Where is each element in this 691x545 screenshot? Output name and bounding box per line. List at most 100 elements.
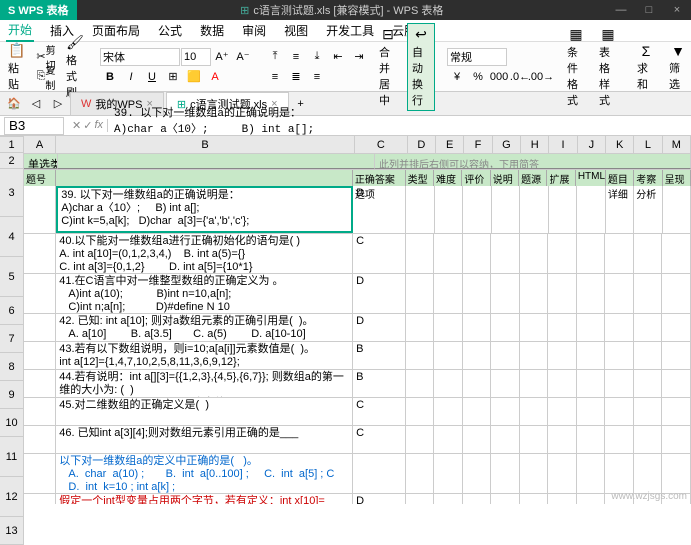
align-bottom-button[interactable]: ⤓ xyxy=(307,48,327,66)
cell[interactable] xyxy=(24,342,56,369)
cell[interactable] xyxy=(24,426,56,453)
cell-answer[interactable]: B xyxy=(353,370,406,397)
cell[interactable] xyxy=(605,370,634,397)
cell[interactable] xyxy=(24,314,56,341)
cell[interactable] xyxy=(520,494,549,504)
col-header[interactable]: D xyxy=(408,136,436,153)
cell[interactable] xyxy=(491,314,520,341)
font-select[interactable] xyxy=(100,48,180,66)
col-header[interactable]: H xyxy=(521,136,549,153)
cell[interactable] xyxy=(548,454,577,493)
row-header[interactable]: 2 xyxy=(0,153,23,169)
cell[interactable] xyxy=(605,426,634,453)
decimal-dec-button[interactable]: .00→ xyxy=(531,68,551,86)
menu-tab-4[interactable]: 数据 xyxy=(198,20,226,41)
cell[interactable] xyxy=(491,274,520,313)
tab-next-button[interactable]: ▷ xyxy=(48,95,68,113)
cell[interactable] xyxy=(463,342,492,369)
cell-question[interactable]: 43.若有以下数组说明，则i=10;a[a[i]]元素数值是( )。 int a… xyxy=(56,342,353,369)
cell[interactable] xyxy=(434,454,463,493)
row-header[interactable]: 13 xyxy=(0,517,23,545)
cell[interactable] xyxy=(662,274,691,313)
grid-body[interactable]: 单选类此列并排后右侧可以容纳，下用简答题号正确答案选项类型难度评价说明题源扩展H… xyxy=(24,154,691,504)
col-header[interactable]: K xyxy=(606,136,634,153)
cell[interactable] xyxy=(434,398,463,425)
indent-right-button[interactable]: ⇥ xyxy=(349,48,369,66)
cancel-icon[interactable]: ✕ xyxy=(72,119,81,132)
cell-question[interactable]: 45.对二维数组的正确定义是( ) A.int a[ ][ ]={1,2,3,4… xyxy=(56,398,353,425)
cell[interactable] xyxy=(577,426,606,453)
font-size-select[interactable] xyxy=(181,48,211,66)
cell[interactable] xyxy=(491,494,520,504)
cell[interactable] xyxy=(634,370,663,397)
fill-color-button[interactable]: 🟨 xyxy=(184,68,204,86)
cell[interactable] xyxy=(406,426,435,453)
cell[interactable] xyxy=(548,370,577,397)
cell[interactable] xyxy=(24,186,56,233)
cell[interactable] xyxy=(662,342,691,369)
cell[interactable] xyxy=(662,314,691,341)
cell[interactable] xyxy=(634,314,663,341)
cell[interactable] xyxy=(492,186,521,233)
cell[interactable] xyxy=(634,426,663,453)
col-header[interactable]: E xyxy=(436,136,464,153)
cell-answer[interactable] xyxy=(353,454,406,493)
cell-question[interactable]: 42. 已知: int a[10]; 则对a数组元素的正确引用是( )。 A. … xyxy=(56,314,353,341)
cell-question[interactable]: 假定一个int型变量占用两个字节，若有定义：int x[10]={0,2,4}；… xyxy=(56,494,353,504)
col-header[interactable]: I xyxy=(549,136,577,153)
align-left-button[interactable]: ≡ xyxy=(265,68,285,86)
bold-button[interactable]: B xyxy=(100,68,120,86)
cell[interactable] xyxy=(520,398,549,425)
cell[interactable] xyxy=(406,398,435,425)
sum-button[interactable]: Σ求和 xyxy=(633,40,659,94)
col-header[interactable]: C xyxy=(355,136,408,153)
cond-format-button[interactable]: ▦条件格式 xyxy=(563,24,589,110)
enter-icon[interactable]: ✓ xyxy=(83,119,92,132)
cell[interactable] xyxy=(605,234,634,273)
cell[interactable] xyxy=(662,398,691,425)
copy-button[interactable]: ⎘复制 xyxy=(36,68,56,86)
currency-button[interactable]: ¥ xyxy=(447,68,467,86)
cell[interactable] xyxy=(406,314,435,341)
col-header[interactable]: A xyxy=(24,136,56,153)
cell-question[interactable]: 40.以下能对一维数组a进行正确初始化的语句是( ) A. int a[10]=… xyxy=(56,234,353,273)
cell[interactable] xyxy=(463,454,492,493)
cell[interactable] xyxy=(577,494,606,504)
cell-question[interactable]: 46. 已知int a[3][4];则对数组元素引用正确的是___ A)a[2]… xyxy=(56,426,353,453)
cell[interactable] xyxy=(605,342,634,369)
col-header[interactable]: B xyxy=(56,136,355,153)
indent-left-button[interactable]: ⇤ xyxy=(328,48,348,66)
border-button[interactable]: ⊞ xyxy=(163,68,183,86)
row-header[interactable]: 6 xyxy=(0,297,23,325)
row-header[interactable]: 12 xyxy=(0,477,23,517)
cell[interactable] xyxy=(634,454,663,493)
minimize-button[interactable]: — xyxy=(607,4,635,16)
menu-tab-7[interactable]: 开发工具 xyxy=(324,20,376,41)
cell[interactable] xyxy=(577,234,606,273)
row-header[interactable]: 11 xyxy=(0,437,23,477)
cell-answer[interactable]: D xyxy=(353,314,406,341)
cell[interactable] xyxy=(463,274,492,313)
row-header[interactable]: 7 xyxy=(0,325,23,353)
cell[interactable] xyxy=(24,234,56,273)
paste-button[interactable]: 📋粘贴 xyxy=(4,40,30,94)
tab-prev-button[interactable]: ◁ xyxy=(26,95,46,113)
cell[interactable] xyxy=(463,494,492,504)
cell[interactable] xyxy=(577,370,606,397)
cell[interactable] xyxy=(520,234,549,273)
cell-answer[interactable]: C xyxy=(353,426,406,453)
row-header[interactable]: 10 xyxy=(0,409,23,437)
cell[interactable] xyxy=(605,398,634,425)
cell[interactable] xyxy=(548,234,577,273)
cell-answer[interactable]: D xyxy=(353,274,406,313)
merge-button[interactable]: ⊟合并居中 xyxy=(375,24,401,110)
cell[interactable] xyxy=(406,370,435,397)
cell[interactable] xyxy=(24,494,56,504)
cell[interactable] xyxy=(605,314,634,341)
cell[interactable] xyxy=(434,370,463,397)
cell[interactable] xyxy=(24,398,56,425)
cell[interactable] xyxy=(463,186,492,233)
cell[interactable] xyxy=(548,314,577,341)
menu-tab-2[interactable]: 页面布局 xyxy=(90,20,142,41)
cell[interactable] xyxy=(406,454,435,493)
